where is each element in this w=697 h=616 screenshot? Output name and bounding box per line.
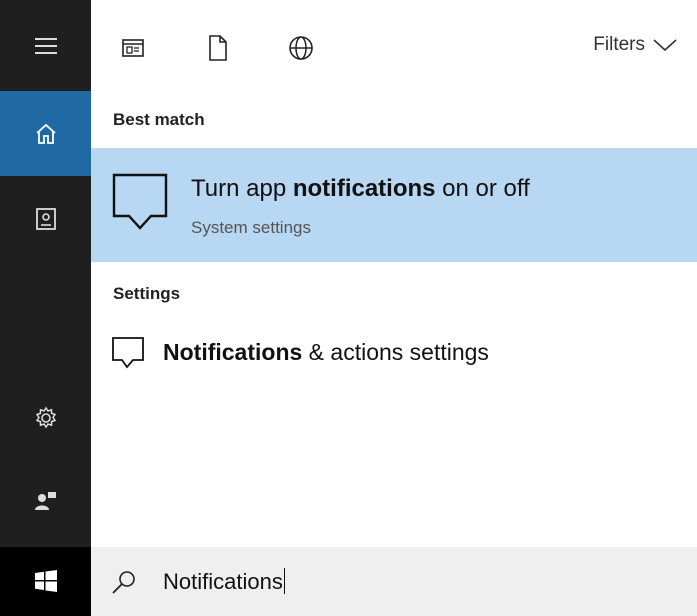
feedback-icon	[34, 491, 56, 510]
settings-button[interactable]	[0, 380, 91, 455]
best-match-subtitle: System settings	[191, 218, 311, 237]
sidebar	[0, 0, 91, 616]
start-button[interactable]	[0, 547, 91, 616]
notebook-icon	[35, 207, 56, 230]
search-box[interactable]: Notifications	[91, 547, 697, 616]
settings-gear-icon	[35, 406, 56, 428]
apps-icon	[122, 39, 144, 57]
search-input[interactable]: Notifications	[163, 568, 285, 595]
settings-heading: Settings	[113, 284, 181, 303]
chevron-down-icon	[653, 39, 677, 52]
search-icon	[112, 571, 135, 594]
web-icon	[289, 36, 313, 60]
filters-dropdown[interactable]: Filters	[593, 34, 677, 56]
documents-icon	[209, 35, 227, 61]
notebook-button[interactable]	[0, 176, 91, 261]
home-button[interactable]	[0, 91, 91, 176]
best-match-heading: Best match	[113, 110, 205, 129]
best-match-title: Turn app notifications on or off	[191, 175, 530, 202]
documents-filter-button[interactable]	[203, 33, 233, 63]
best-match-result[interactable]: Turn app notifications on or off System …	[91, 148, 697, 262]
home-icon	[35, 123, 56, 144]
hamburger-menu-icon	[34, 37, 57, 54]
feedback-button[interactable]	[0, 463, 91, 538]
apps-filter-button[interactable]	[118, 33, 148, 63]
scope-toolbar: Filters	[91, 0, 697, 91]
filters-label: Filters	[593, 34, 645, 55]
notification-bubble-icon	[112, 337, 144, 369]
windows-start-icon	[35, 570, 57, 592]
notification-bubble-icon	[112, 173, 168, 230]
settings-result-item[interactable]: Notifications & actions settings	[91, 322, 697, 386]
web-filter-button[interactable]	[286, 33, 316, 63]
search-results-panel: Filters Best match Turn app notification…	[91, 0, 697, 616]
hamburger-menu-button[interactable]	[0, 0, 91, 91]
settings-result-label: Notifications & actions settings	[163, 339, 489, 365]
text-cursor	[283, 568, 285, 594]
